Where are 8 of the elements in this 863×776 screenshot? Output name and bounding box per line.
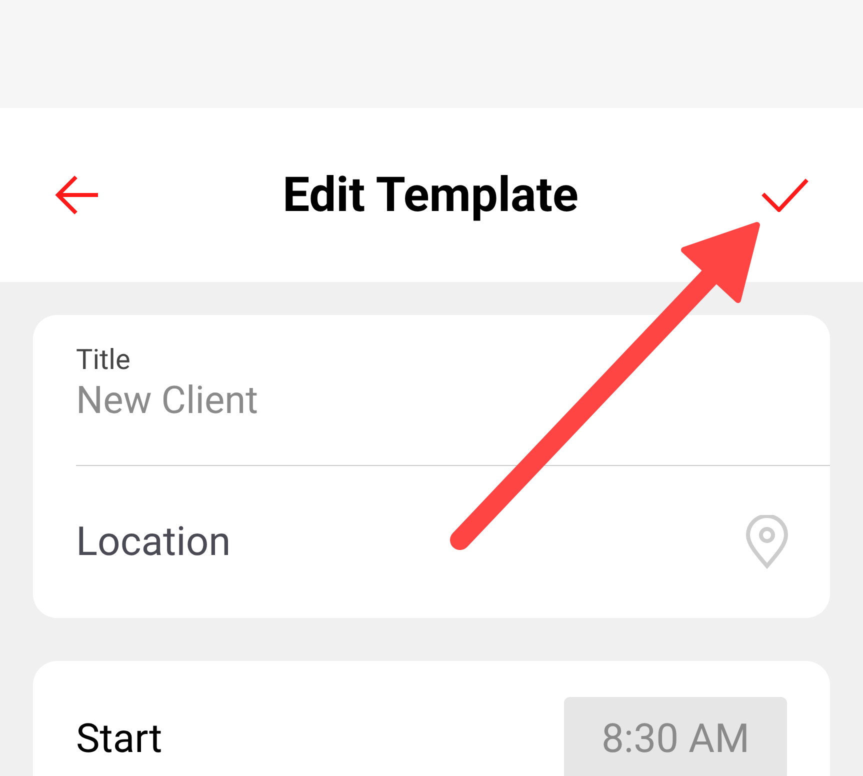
- title-input-field[interactable]: New Client: [76, 377, 476, 425]
- field-label: Title: [76, 343, 132, 377]
- start-time-button[interactable]: 8:30 AM: [564, 697, 787, 776]
- back-arrow-icon: [54, 175, 100, 215]
- start-label: Start: [76, 714, 162, 764]
- checkmark-icon: [761, 178, 809, 212]
- location-input-field[interactable]: Location: [76, 512, 476, 572]
- screen-title: Edit Template: [282, 165, 578, 225]
